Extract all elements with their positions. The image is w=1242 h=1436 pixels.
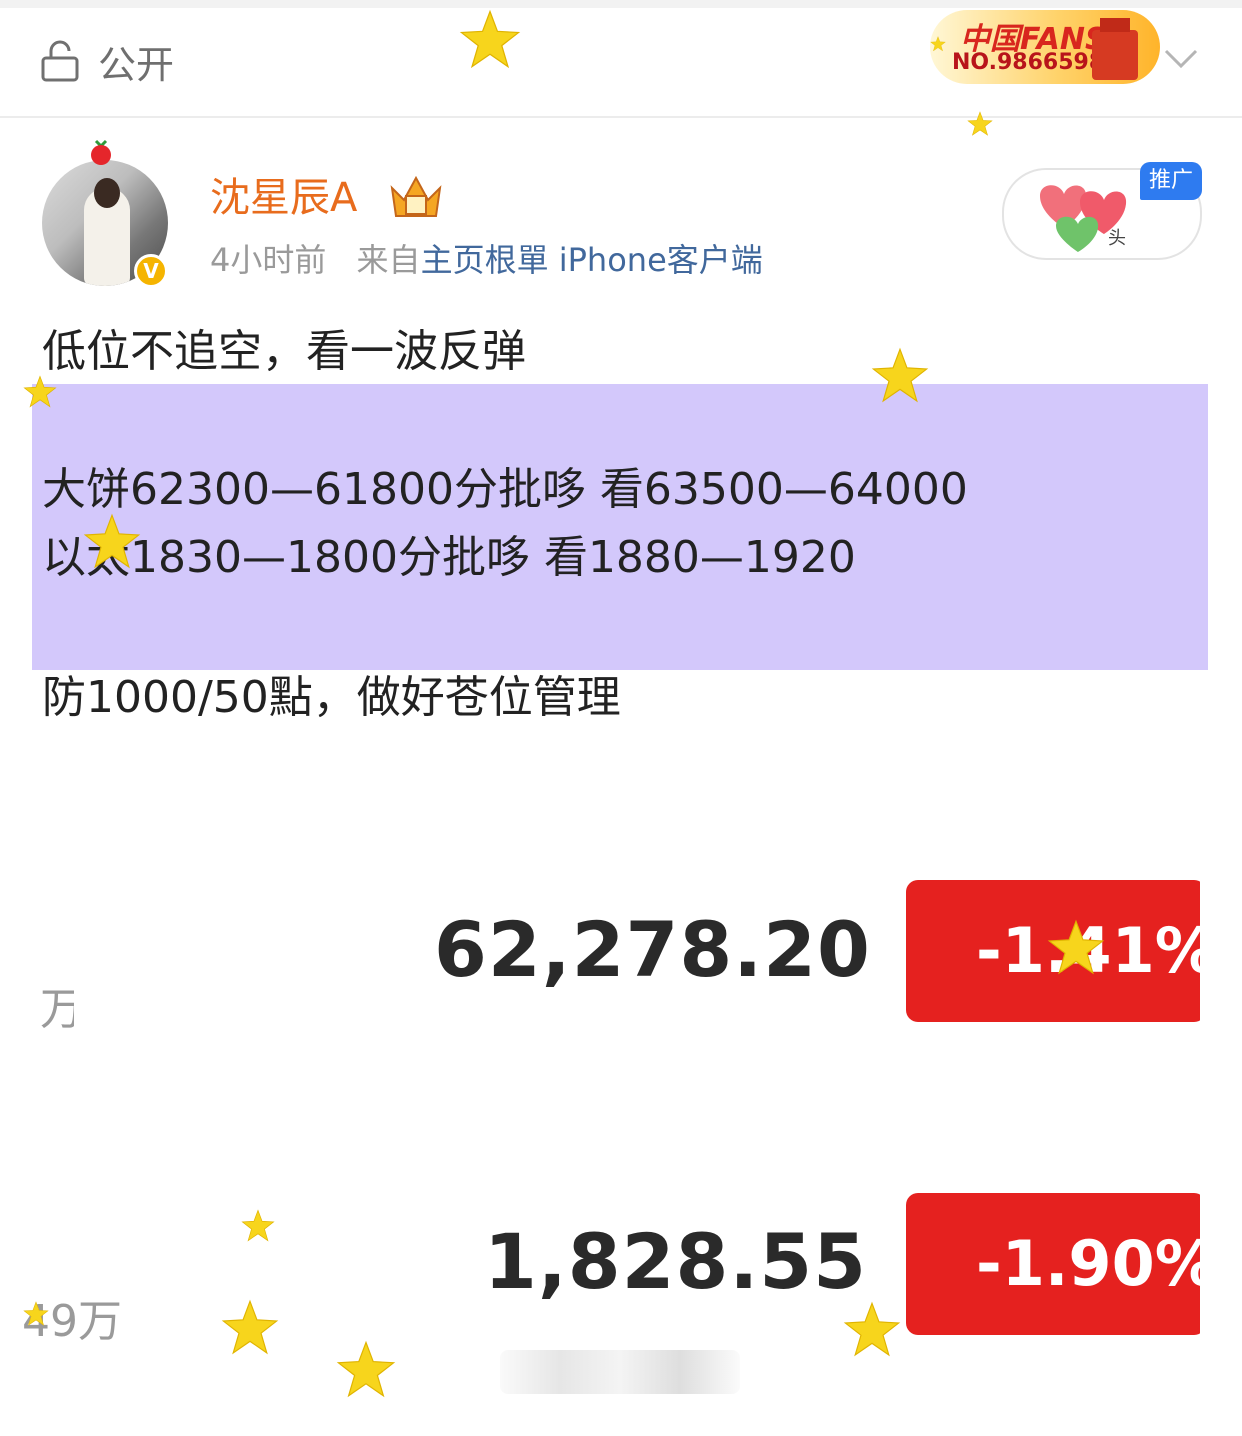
star-icon — [23, 375, 57, 408]
chevron-down-icon[interactable] — [1164, 48, 1198, 70]
post-line-4: 防1000/50點，做好苍位管理 — [42, 672, 621, 723]
fragment-text-1: 万 — [40, 984, 74, 1035]
post-line-2: 大饼62300—61800分批哆 看63500—64000 — [42, 464, 968, 515]
highlight-block — [32, 384, 1208, 670]
source-prefix: 来自 — [356, 241, 421, 279]
top-divider — [0, 0, 1242, 8]
star-icon — [1047, 919, 1105, 975]
star-icon — [930, 36, 946, 52]
blurred-area — [500, 1350, 740, 1394]
star-icon — [241, 1209, 275, 1242]
btc-price: 62,278.20 — [434, 905, 871, 994]
gate-icon — [1092, 18, 1138, 80]
strawberry-icon — [91, 139, 111, 165]
post-time: 4小时前 — [210, 241, 327, 279]
post-line-3: 以太1830—1800分批哆 看1880—1920 — [42, 532, 856, 583]
verified-icon: V — [134, 254, 168, 288]
star-icon — [336, 1340, 396, 1398]
eth-price: 1,828.55 — [484, 1217, 868, 1306]
star-icon — [967, 111, 993, 136]
star-icon — [221, 1299, 279, 1355]
star-icon — [23, 1301, 49, 1326]
crown-icon — [390, 175, 442, 217]
fans-badge[interactable]: 中国FANS NO.9866598 — [930, 10, 1160, 84]
star-icon — [83, 513, 141, 569]
promo-tag: 推广 — [1140, 162, 1202, 200]
avatar-head — [94, 178, 120, 208]
fans-badge-number: NO.9866598 — [952, 50, 1105, 75]
promo-text: 头 — [1108, 228, 1126, 249]
post-meta: 4小时前 来自主页根單 iPhone客户端 — [210, 238, 763, 282]
eth-change-badge: -1.90% — [906, 1193, 1206, 1335]
promo-card[interactable]: 头 推广 — [1002, 162, 1202, 260]
star-icon — [459, 9, 521, 69]
username[interactable]: 沈星辰A — [210, 172, 357, 224]
visibility-label[interactable]: 公开 — [98, 40, 174, 90]
post-line-1: 低位不追空，看一波反弹 — [42, 326, 526, 377]
star-icon — [843, 1301, 901, 1357]
image-right-edge — [1200, 860, 1242, 1380]
lock-icon[interactable] — [40, 40, 80, 82]
source-link[interactable]: 主页根單 iPhone客户端 — [421, 241, 763, 279]
star-icon — [871, 347, 929, 403]
